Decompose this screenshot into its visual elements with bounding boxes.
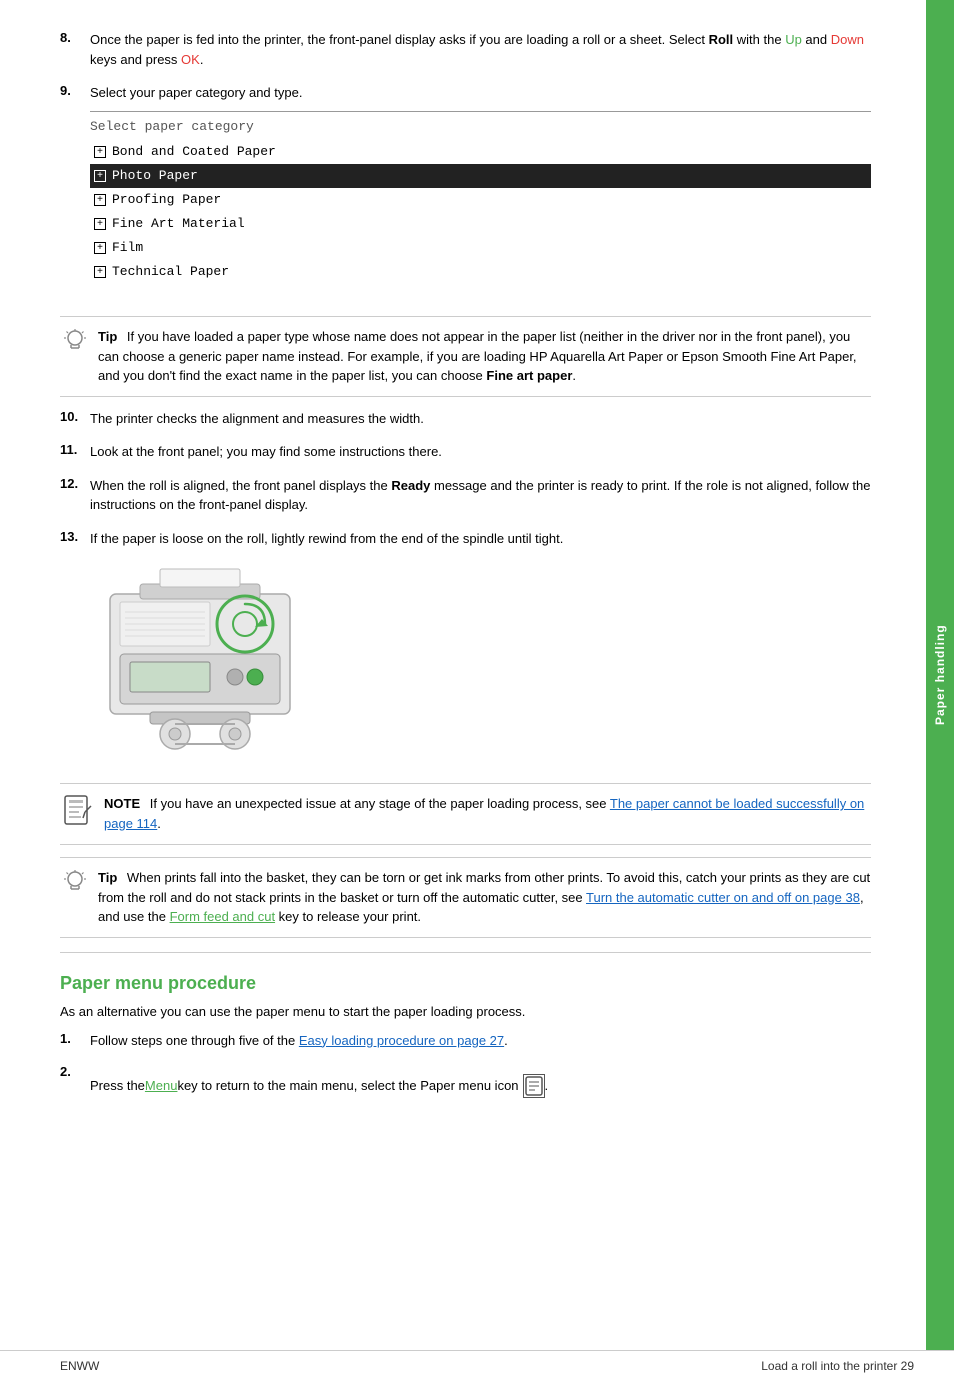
- step-12-number: 12.: [60, 476, 90, 491]
- step-8-and: and: [802, 32, 831, 47]
- paper-item-film: + Film: [90, 236, 871, 260]
- tip-2-box: Tip When prints fall into the basket, th…: [60, 857, 871, 938]
- paper-item-bond: + Bond and Coated Paper: [90, 140, 871, 164]
- step-8: 8. Once the paper is fed into the printe…: [60, 30, 871, 69]
- printer-illustration: [90, 564, 310, 764]
- plus-icon-bond: +: [94, 146, 106, 158]
- note-document-icon: [61, 794, 95, 828]
- plus-icon-fineart: +: [94, 218, 106, 230]
- note-1-label: NOTE: [104, 796, 140, 811]
- step-11-number: 11.: [60, 442, 90, 457]
- step-10: 10. The printer checks the alignment and…: [60, 409, 871, 429]
- step-12-content: When the roll is aligned, the front pane…: [90, 476, 871, 515]
- step-8-with-keys: with the: [733, 32, 785, 47]
- main-content: 8. Once the paper is fed into the printe…: [0, 0, 926, 1350]
- paper-label-technical: Technical Paper: [112, 261, 229, 283]
- step-9: 9. Select your paper category and type. …: [60, 83, 871, 302]
- section-step-1-before: Follow steps one through five of the: [90, 1033, 299, 1048]
- paper-menu-icon: [523, 1074, 545, 1098]
- page-container: 8. Once the paper is fed into the printe…: [0, 0, 954, 1350]
- lightbulb-icon-2: [61, 868, 89, 896]
- step-8-key-down: Down: [831, 32, 864, 47]
- tip-2-content: Tip When prints fall into the basket, th…: [98, 868, 871, 927]
- step-8-roll: Roll: [709, 32, 734, 47]
- period: .: [545, 1076, 549, 1096]
- paper-label-fineart: Fine Art Material: [112, 213, 245, 235]
- step-8-keys-ok: keys and press: [90, 52, 181, 67]
- paper-item-photo: + Photo Paper: [90, 164, 871, 188]
- paper-label-proofing: Proofing Paper: [112, 189, 221, 211]
- section-heading: Paper menu procedure: [60, 973, 871, 994]
- plus-icon-proofing: +: [94, 194, 106, 206]
- step-13-content: If the paper is loose on the roll, light…: [90, 529, 871, 549]
- section-step-2-content: Press the Menu key to return to the main…: [90, 1064, 871, 1098]
- paper-item-fineart: + Fine Art Material: [90, 212, 871, 236]
- tip-1-label: Tip: [98, 329, 117, 344]
- tip-1-content: Tip If you have loaded a paper type whos…: [98, 327, 871, 386]
- plus-icon-photo: +: [94, 170, 106, 182]
- section-divider: [60, 952, 871, 953]
- section-step-2-menu-link[interactable]: Menu: [145, 1076, 178, 1096]
- tip-1-end: .: [572, 368, 576, 383]
- note-1-end: .: [157, 816, 161, 831]
- paper-label-photo: Photo Paper: [112, 165, 198, 187]
- tip-1-icon: [60, 327, 90, 360]
- tip-2-icon: [60, 868, 90, 901]
- paper-item-proofing: + Proofing Paper: [90, 188, 871, 212]
- step-13: 13. If the paper is loose on the roll, l…: [60, 529, 871, 549]
- plus-icon-film: +: [94, 242, 106, 254]
- section-step-1: 1. Follow steps one through five of the …: [60, 1031, 871, 1051]
- step-11-content: Look at the front panel; you may find so…: [90, 442, 871, 462]
- lightbulb-icon: [61, 327, 89, 355]
- section-step-2: 2. Press the Menu key to return to the m…: [60, 1064, 871, 1098]
- section-step-1-end: .: [504, 1033, 508, 1048]
- step-8-key-up: Up: [785, 32, 802, 47]
- section-step-2-number: 2.: [60, 1064, 90, 1079]
- step-9-text: Select your paper category and type.: [90, 85, 302, 100]
- step-12: 12. When the roll is aligned, the front …: [60, 476, 871, 515]
- paper-label-film: Film: [112, 237, 143, 259]
- step-12-before: When the roll is aligned, the front pane…: [90, 478, 391, 493]
- paper-category-title: Select paper category: [90, 116, 871, 138]
- tip-1-box: Tip If you have loaded a paper type whos…: [60, 316, 871, 397]
- note-1-content: NOTE If you have an unexpected issue at …: [104, 794, 871, 833]
- tip-2-link2[interactable]: Form feed and cut: [170, 909, 276, 924]
- plus-icon-technical: +: [94, 266, 106, 278]
- page-footer: ENWW Load a roll into the printer 29: [0, 1350, 954, 1381]
- section-step-2-after: key to return to the main menu, select t…: [177, 1076, 518, 1096]
- step-8-end: .: [200, 52, 204, 67]
- step-9-number: 9.: [60, 83, 90, 98]
- note-1-icon: [60, 794, 96, 834]
- paper-item-technical: + Technical Paper: [90, 260, 871, 284]
- step-8-text-before: Once the paper is fed into the printer, …: [90, 32, 709, 47]
- tip-2-link1[interactable]: Turn the automatic cutter on and off on …: [586, 890, 860, 905]
- section-intro: As an alternative you can use the paper …: [60, 1004, 871, 1019]
- paper-category-box: Select paper category + Bond and Coated …: [90, 111, 871, 289]
- note-1-before: If you have an unexpected issue at any s…: [150, 796, 610, 811]
- paper-label-bond: Bond and Coated Paper: [112, 141, 276, 163]
- step-8-key-ok: OK: [181, 52, 200, 67]
- footer-right: Load a roll into the printer 29: [761, 1359, 914, 1373]
- step-12-ready: Ready: [391, 478, 430, 493]
- doc-icon: [525, 1076, 543, 1096]
- step-9-content: Select your paper category and type. Sel…: [90, 83, 871, 302]
- step-13-number: 13.: [60, 529, 90, 544]
- side-tab: Paper handling: [926, 0, 954, 1350]
- step-10-number: 10.: [60, 409, 90, 424]
- tip-1-bold: Fine art paper: [486, 368, 572, 383]
- section-step-1-number: 1.: [60, 1031, 90, 1046]
- tip-2-end: key to release your print.: [275, 909, 421, 924]
- tip-1-text-before: If you have loaded a paper type whose na…: [98, 329, 857, 383]
- step-10-content: The printer checks the alignment and mea…: [90, 409, 871, 429]
- section-step-1-link[interactable]: Easy loading procedure on page 27: [299, 1033, 504, 1048]
- tip-2-label: Tip: [98, 870, 117, 885]
- step-8-number: 8.: [60, 30, 90, 45]
- section-step-1-content: Follow steps one through five of the Eas…: [90, 1031, 871, 1051]
- footer-left: ENWW: [60, 1359, 99, 1373]
- note-1-box: NOTE If you have an unexpected issue at …: [60, 783, 871, 845]
- section-step-2-before: Press the: [90, 1076, 145, 1096]
- printer-image-container: [90, 564, 871, 767]
- step-8-content: Once the paper is fed into the printer, …: [90, 30, 871, 69]
- step-11: 11. Look at the front panel; you may fin…: [60, 442, 871, 462]
